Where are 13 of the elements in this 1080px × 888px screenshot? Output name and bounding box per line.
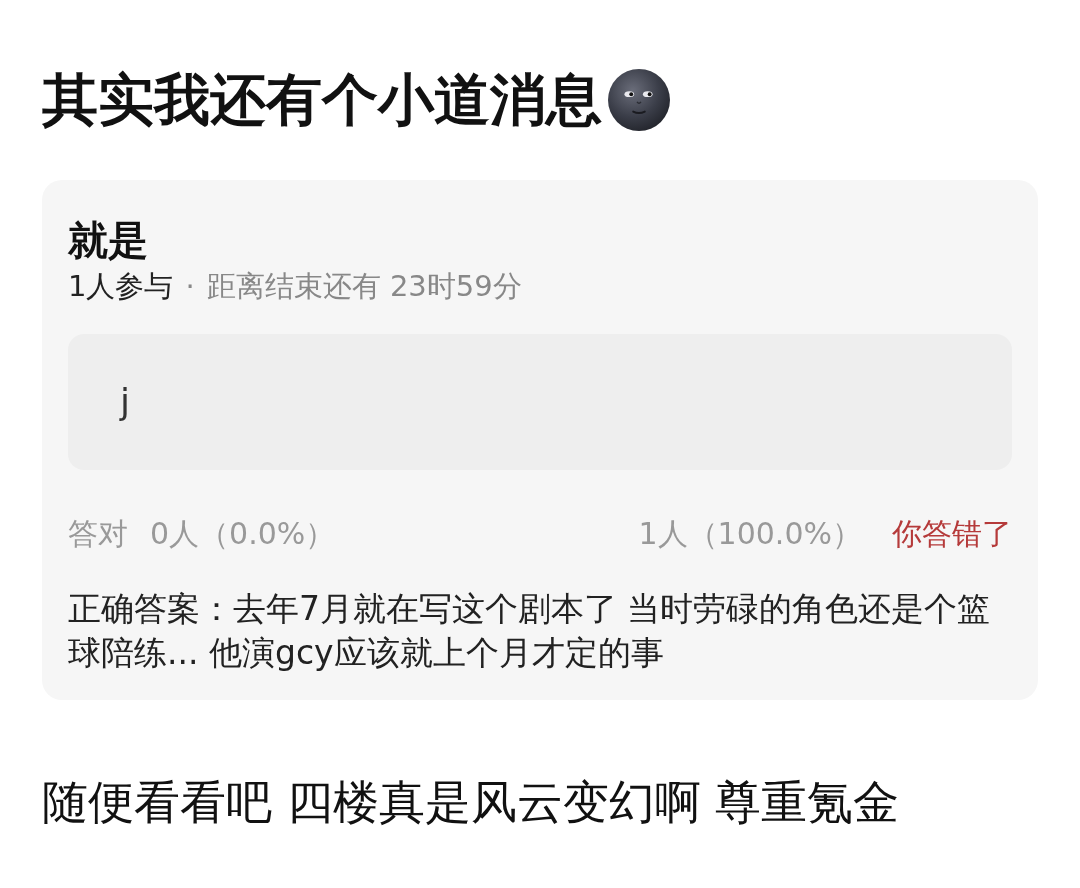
correct-label: 答对 (68, 515, 128, 553)
quiz-title: 就是 (68, 216, 149, 265)
correct-answer-text: 正确答案：去年7月就在写这个剧本了 当时劳碌的角色还是个篮球陪练... 他演gcy应该就上个月才定的事 (68, 588, 992, 674)
moon-face-icon (608, 69, 670, 131)
participant-count: 1人参与 (68, 268, 174, 305)
correct-count: 0人（0.0%） (150, 515, 336, 553)
meta-separator: · (185, 268, 195, 305)
result-verdict: 你答错了 (892, 515, 1012, 553)
answer-count: 1人（100.0%） (638, 515, 862, 553)
answer-option: j (68, 334, 1012, 470)
post-title: 其实我还有个小道消息 (42, 66, 602, 134)
time-remaining: 距离结束还有 23时59分 (206, 268, 522, 305)
post-text: 随便看看吧 四楼真是风云变幻啊 尊重氪金 (42, 774, 901, 831)
